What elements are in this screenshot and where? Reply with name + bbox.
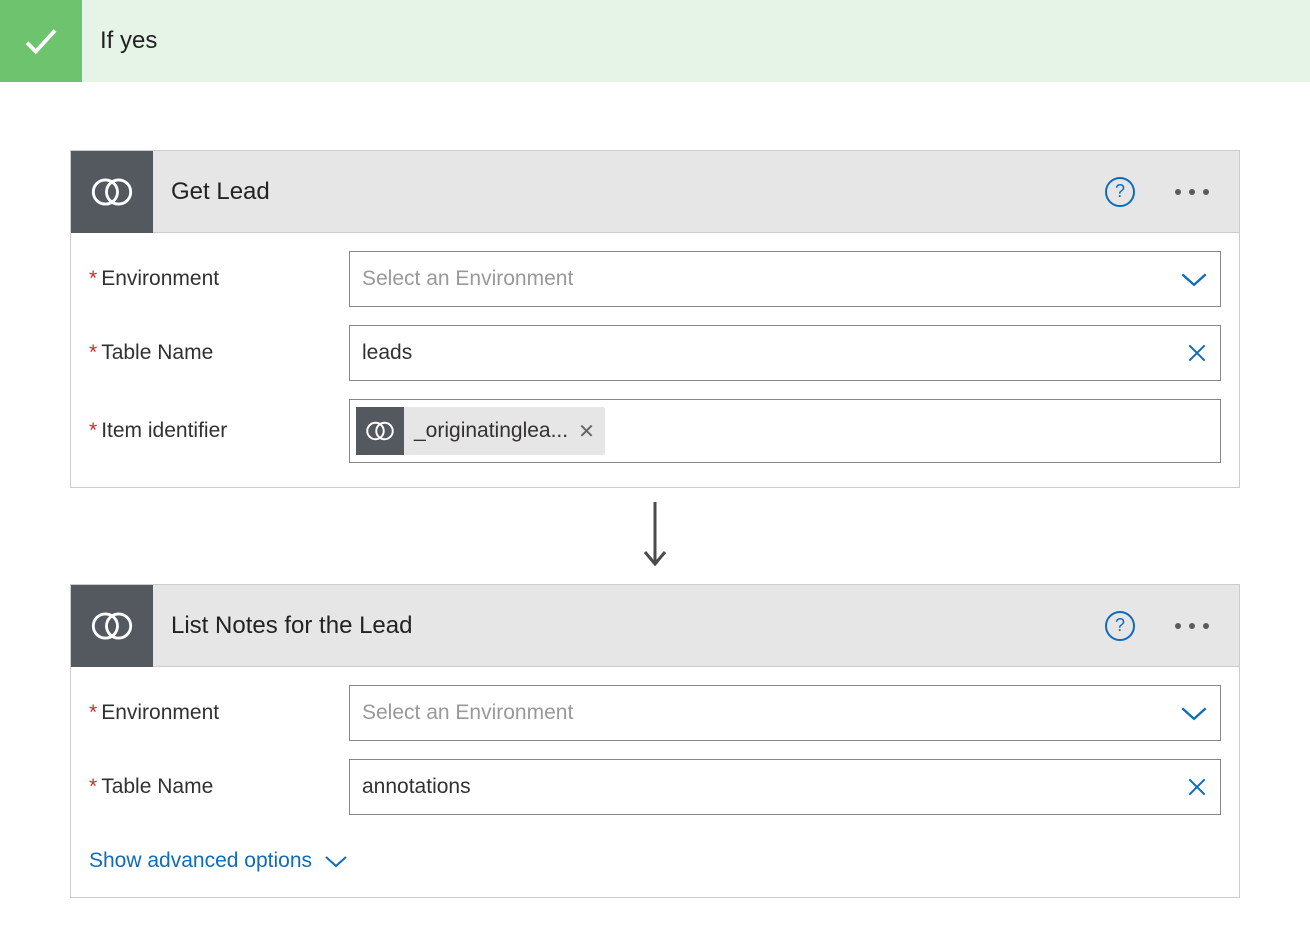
card-list-notes: List Notes for the Lead ? * Environment … (70, 584, 1240, 898)
card-title: Get Lead (153, 178, 1105, 206)
placeholder-text: Select an Environment (362, 701, 1180, 725)
chevron-down-icon (324, 854, 348, 868)
input-value: annotations (362, 775, 1186, 799)
required-asterisk: * (89, 341, 97, 365)
field-row-item-identifier: * Item identifier _originatinglea... ✕ (89, 399, 1221, 463)
required-asterisk: * (89, 419, 97, 443)
dataverse-icon (356, 407, 404, 455)
field-label: * Table Name (89, 341, 349, 365)
table-name-input[interactable]: annotations (349, 759, 1221, 815)
label-text: Table Name (101, 341, 213, 365)
condition-title: If yes (82, 27, 157, 55)
card-title: List Notes for the Lead (153, 612, 1105, 640)
more-menu[interactable] (1175, 623, 1209, 629)
label-text: Environment (101, 701, 219, 725)
input-value: leads (362, 341, 1186, 365)
field-label: * Table Name (89, 775, 349, 799)
field-row-environment: * Environment Select an Environment (89, 685, 1221, 741)
required-asterisk: * (89, 701, 97, 725)
flow-arrow (70, 488, 1240, 584)
chevron-down-icon[interactable] (1180, 270, 1208, 288)
check-icon (0, 0, 82, 82)
chevron-down-icon[interactable] (1180, 704, 1208, 722)
show-advanced-options[interactable]: Show advanced options (89, 833, 348, 873)
more-menu[interactable] (1175, 189, 1209, 195)
condition-header: If yes (0, 0, 1310, 82)
dataverse-icon (71, 151, 153, 233)
item-identifier-input[interactable]: _originatinglea... ✕ (349, 399, 1221, 463)
card-body: * Environment Select an Environment * Ta… (71, 667, 1239, 897)
field-label: * Environment (89, 267, 349, 291)
field-row-table-name: * Table Name annotations (89, 759, 1221, 815)
required-asterisk: * (89, 267, 97, 291)
field-row-environment: * Environment Select an Environment (89, 251, 1221, 307)
environment-select[interactable]: Select an Environment (349, 251, 1221, 307)
show-advanced-label: Show advanced options (89, 849, 312, 873)
field-label: * Environment (89, 701, 349, 725)
clear-icon[interactable] (1186, 342, 1208, 364)
help-icon[interactable]: ? (1105, 611, 1135, 641)
token-remove-icon[interactable]: ✕ (578, 419, 605, 444)
label-text: Table Name (101, 775, 213, 799)
dynamic-token[interactable]: _originatinglea... ✕ (356, 407, 605, 455)
dataverse-icon (71, 585, 153, 667)
card-header-list-notes[interactable]: List Notes for the Lead ? (71, 585, 1239, 667)
field-label: * Item identifier (89, 419, 349, 443)
table-name-input[interactable]: leads (349, 325, 1221, 381)
required-asterisk: * (89, 775, 97, 799)
label-text: Environment (101, 267, 219, 291)
card-get-lead: Get Lead ? * Environment Select an Envir… (70, 150, 1240, 488)
card-header-get-lead[interactable]: Get Lead ? (71, 151, 1239, 233)
clear-icon[interactable] (1186, 776, 1208, 798)
placeholder-text: Select an Environment (362, 267, 1180, 291)
card-body: * Environment Select an Environment * Ta… (71, 233, 1239, 487)
label-text: Item identifier (101, 419, 227, 443)
token-label: _originatinglea... (404, 419, 578, 443)
help-icon[interactable]: ? (1105, 177, 1135, 207)
field-row-table-name: * Table Name leads (89, 325, 1221, 381)
environment-select[interactable]: Select an Environment (349, 685, 1221, 741)
